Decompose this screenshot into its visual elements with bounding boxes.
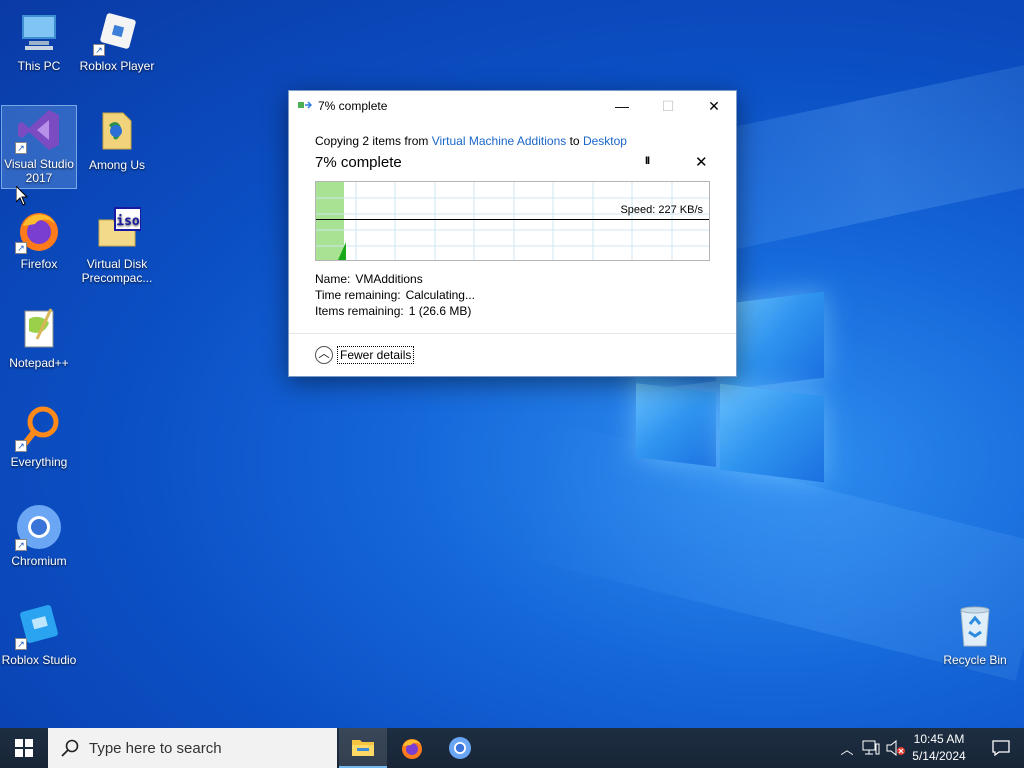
- firefox-icon: ↗: [15, 206, 63, 254]
- source-link[interactable]: Virtual Machine Additions: [432, 134, 567, 148]
- desktop-icon-label: This PC: [17, 59, 61, 73]
- copy-details: Name: VMAdditions Time remaining: Calculat…: [315, 271, 475, 319]
- copy-description: Copying 2 items from Virtual Machine Add…: [315, 134, 627, 148]
- search-placeholder: Type here to search: [89, 739, 222, 757]
- desktop-icon-label: Virtual Disk Precompac...: [81, 257, 153, 285]
- roblox-studio-icon: ↗: [15, 602, 63, 650]
- time-remaining-value: Calculating...: [405, 288, 475, 302]
- shortcut-arrow-icon: ↗: [15, 440, 27, 452]
- desktop-icon-everything[interactable]: ↗ Everything: [1, 404, 77, 469]
- chevron-up-icon: ︿: [315, 346, 333, 364]
- dialog-title: 7% complete: [318, 99, 388, 113]
- copy-prefix: Copying 2 items from: [315, 134, 432, 148]
- desktop-icon-label: Notepad++: [9, 356, 69, 370]
- taskbar-clock[interactable]: 10:45 AM 5/14/2024: [900, 731, 978, 765]
- clock-time: 10:45 AM: [913, 732, 965, 746]
- firefox-icon: [402, 739, 422, 759]
- this-pc-icon: [15, 8, 63, 56]
- shortcut-arrow-icon: ↗: [93, 44, 105, 56]
- clock-date: 5/14/2024: [912, 749, 966, 763]
- desktop-icon-label: Visual Studio 2017: [4, 157, 74, 185]
- fewer-details-button[interactable]: ︿ Fewer details: [315, 345, 415, 365]
- cancel-copy-button[interactable]: ✕: [695, 153, 708, 171]
- speed-line: [316, 219, 709, 220]
- taskbar-firefox[interactable]: [388, 728, 436, 768]
- taskbar-file-explorer[interactable]: [339, 728, 387, 768]
- copy-files-icon: [298, 101, 312, 109]
- network-icon[interactable]: [862, 740, 880, 756]
- desktop-icon-label: Roblox Player: [79, 59, 155, 73]
- windows-start-icon: [15, 739, 33, 757]
- maximize-button: ☐: [661, 98, 675, 114]
- divider: [289, 333, 736, 334]
- name-value: VMAdditions: [355, 272, 423, 286]
- desktop-icon-notepadpp[interactable]: Notepad++: [1, 305, 77, 370]
- notepadpp-icon: [15, 305, 63, 353]
- fewer-details-label: Fewer details: [337, 346, 415, 364]
- action-center-button[interactable]: [978, 728, 1024, 768]
- taskbar-chromium[interactable]: [436, 728, 484, 768]
- desktop-icon-label: Recycle Bin: [943, 653, 1007, 667]
- name-label: Name:: [315, 272, 351, 286]
- taskbar: Type here to search ︿ 10:45 AM 5/14/2024: [0, 728, 1024, 768]
- desktop-icon-recycle-bin[interactable]: Recycle Bin: [937, 602, 1013, 667]
- close-button[interactable]: ✕: [691, 91, 737, 121]
- time-remaining-label: Time remaining:: [315, 288, 401, 302]
- copy-progress-dialog: 7% complete — ☐ ✕ Copying 2 items from V…: [288, 90, 737, 377]
- items-remaining-value: 1 (26.6 MB): [408, 304, 472, 318]
- speed-text: Speed: 227 KB/s: [620, 204, 703, 216]
- shortcut-arrow-icon: ↗: [15, 539, 27, 551]
- svg-text:iso: iso: [116, 214, 140, 229]
- chromium-icon: [449, 737, 471, 759]
- folder-icon: [93, 107, 141, 155]
- roblox-player-icon: ↗: [93, 8, 141, 56]
- shortcut-arrow-icon: ↗: [15, 638, 27, 650]
- show-hidden-icons-button[interactable]: ︿: [838, 739, 856, 758]
- chromium-icon: ↗: [15, 503, 63, 551]
- desktop-icon-roblox-player[interactable]: ↗ Roblox Player: [79, 8, 155, 73]
- minimize-button[interactable]: —: [599, 91, 645, 121]
- desktop-icon-label: Everything: [10, 455, 68, 469]
- search-icon: [61, 739, 79, 757]
- desktop-icon-among-us[interactable]: Among Us: [79, 107, 155, 172]
- desktop-icon-chromium[interactable]: ↗ Chromium: [1, 503, 77, 568]
- desktop-icon-this-pc[interactable]: This PC: [1, 8, 77, 73]
- items-remaining-label: Items remaining:: [315, 304, 404, 318]
- shortcut-arrow-icon: ↗: [15, 242, 27, 254]
- destination-link[interactable]: Desktop: [583, 134, 627, 148]
- visual-studio-icon: ↗: [15, 106, 63, 154]
- percent-heading: 7% complete: [315, 154, 402, 171]
- file-explorer-icon: [352, 740, 374, 756]
- desktop-icon-label: Firefox: [20, 257, 58, 271]
- notification-icon: [992, 740, 1010, 756]
- desktop-icon-label: Among Us: [88, 158, 146, 172]
- desktop-icon-label: Chromium: [11, 554, 67, 568]
- copy-to-word: to: [566, 134, 583, 148]
- desktop-icon-firefox[interactable]: ↗ Firefox: [1, 206, 77, 271]
- desktop-icon-virtual-disk[interactable]: iso Virtual Disk Precompac...: [79, 206, 155, 285]
- desktop-icon-label: Roblox Studio: [1, 653, 77, 667]
- system-tray: ︿: [838, 728, 906, 768]
- speed-spike: [338, 242, 346, 260]
- shortcut-arrow-icon: ↗: [15, 142, 27, 154]
- iso-disk-icon: iso: [93, 206, 142, 254]
- pause-button[interactable]: II: [645, 155, 650, 167]
- recycle-bin-icon: [951, 602, 999, 650]
- everything-search-icon: ↗: [15, 404, 63, 452]
- dialog-titlebar[interactable]: 7% complete — ☐ ✕: [289, 91, 736, 121]
- start-button[interactable]: [0, 728, 48, 768]
- mouse-cursor-icon: [16, 186, 28, 206]
- taskbar-search-box[interactable]: Type here to search: [48, 728, 337, 768]
- graph-grid: [316, 182, 709, 260]
- desktop-icon-visual-studio[interactable]: ↗ Visual Studio 2017: [1, 105, 77, 189]
- desktop-icon-roblox-studio[interactable]: ↗ Roblox Studio: [1, 602, 77, 667]
- transfer-speed-graph: Speed: 227 KB/s: [315, 181, 710, 261]
